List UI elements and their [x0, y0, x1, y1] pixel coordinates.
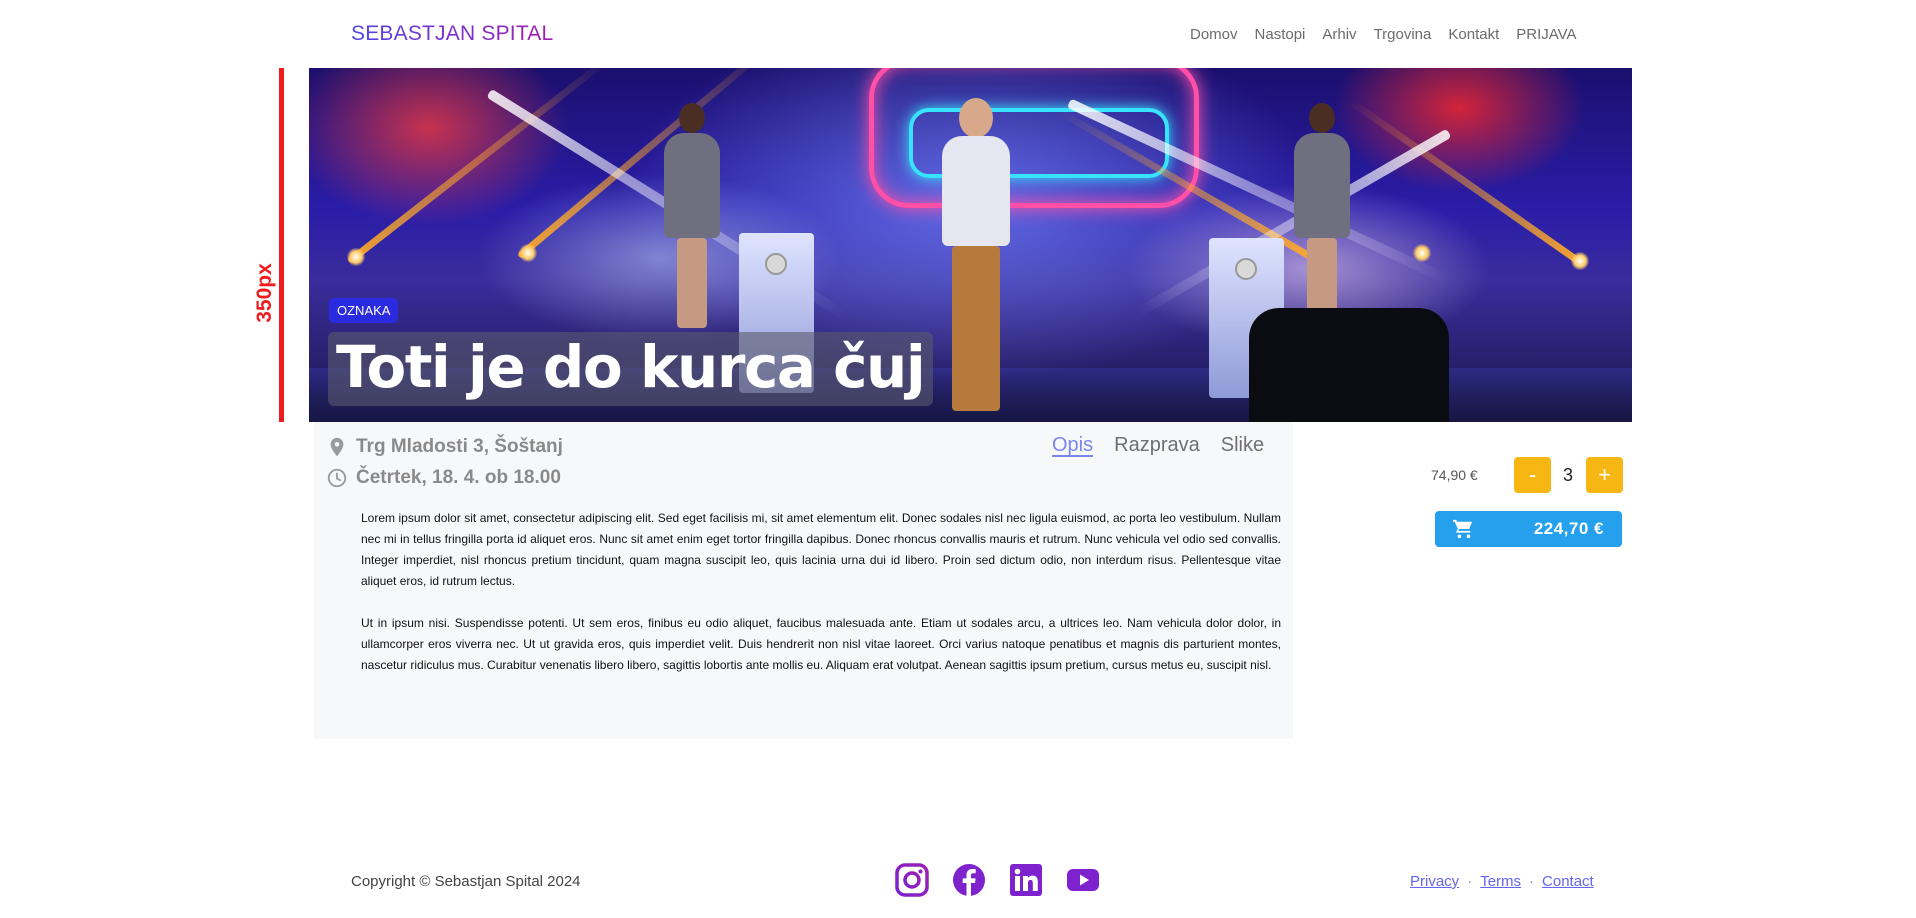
footer-links: Privacy · Terms · Contact — [1410, 873, 1594, 890]
add-to-cart-button[interactable]: 224,70 € — [1435, 511, 1622, 547]
linkedin-icon[interactable] — [1009, 863, 1043, 897]
facebook-icon[interactable] — [952, 863, 986, 897]
datetime-text: Četrtek, 18. 4. ob 18.00 — [356, 467, 561, 488]
stage-spotlight — [347, 248, 365, 266]
link-separator: · — [1529, 873, 1535, 890]
copyright-text: Copyright © Sebastjan Spital 2024 — [351, 873, 581, 890]
height-annotation-label: 350px — [253, 263, 276, 323]
tab-opis[interactable]: Opis — [1052, 434, 1093, 457]
decrease-quantity-button[interactable]: - — [1514, 457, 1551, 493]
tv-camera — [1249, 308, 1449, 422]
nav-item-domov[interactable]: Domov — [1190, 26, 1238, 43]
details-tabs: Opis Razprava Slike — [1052, 434, 1264, 457]
event-title: Toti je do kurca čuj — [336, 333, 926, 401]
terms-link[interactable]: Terms — [1480, 873, 1521, 890]
map-pin-icon — [326, 436, 348, 458]
privacy-link[interactable]: Privacy — [1410, 873, 1459, 890]
nav-item-trgovina[interactable]: Trgovina — [1374, 26, 1432, 43]
instagram-icon[interactable] — [895, 863, 929, 897]
shopping-cart-icon — [1452, 519, 1474, 544]
tab-slike[interactable]: Slike — [1221, 434, 1264, 457]
site-header: SEBASTJAN SPITAL Domov Nastopi Arhiv Trg… — [0, 0, 1916, 68]
event-location: Trg Mladosti 3, Šoštanj — [326, 436, 563, 458]
clock-icon — [326, 467, 348, 489]
link-separator: · — [1467, 873, 1473, 890]
stage-spotlight — [519, 244, 537, 262]
description-paragraph: Ut in ipsum nisi. Suspendisse potenti. U… — [361, 616, 1281, 672]
stage-spotlight — [1571, 252, 1589, 270]
nav-item-nastopi[interactable]: Nastopi — [1255, 26, 1306, 43]
social-links — [895, 863, 1100, 897]
light-beam — [1347, 98, 1582, 265]
nav-item-arhiv[interactable]: Arhiv — [1322, 26, 1356, 43]
youtube-icon[interactable] — [1066, 863, 1100, 897]
description-paragraph: Lorem ipsum dolor sit amet, consectetur … — [361, 511, 1281, 588]
event-details-panel: Trg Mladosti 3, Šoštanj Četrtek, 18. 4. … — [314, 422, 1293, 739]
quantity-value: 3 — [1562, 465, 1573, 485]
nav-item-kontakt[interactable]: Kontakt — [1448, 26, 1499, 43]
height-annotation-line — [279, 68, 284, 422]
hero-banner: OZNAKA Toti je do kurca čuj — [309, 68, 1632, 422]
stage-spotlight — [1413, 244, 1431, 262]
hero-title-box: Toti je do kurca čuj — [328, 332, 934, 406]
cart-total: 224,70 € — [1533, 519, 1604, 538]
increase-quantity-button[interactable]: + — [1586, 457, 1623, 493]
event-datetime: Četrtek, 18. 4. ob 18.00 — [326, 467, 561, 489]
description-text: Lorem ipsum dolor sit amet, consectetur … — [361, 508, 1281, 676]
nav-item-prijava[interactable]: PRIJAVA — [1516, 26, 1576, 43]
brand-logo[interactable]: SEBASTJAN SPITAL — [351, 22, 553, 46]
unit-price: 74,90 € — [1431, 467, 1478, 483]
location-text: Trg Mladosti 3, Šoštanj — [356, 436, 563, 457]
event-tag-badge[interactable]: OZNAKA — [329, 298, 399, 323]
contact-link[interactable]: Contact — [1542, 873, 1594, 890]
light-beam — [346, 68, 612, 265]
main-nav: Domov Nastopi Arhiv Trgovina Kontakt PRI… — [1190, 26, 1577, 43]
tab-razprava[interactable]: Razprava — [1114, 434, 1200, 457]
